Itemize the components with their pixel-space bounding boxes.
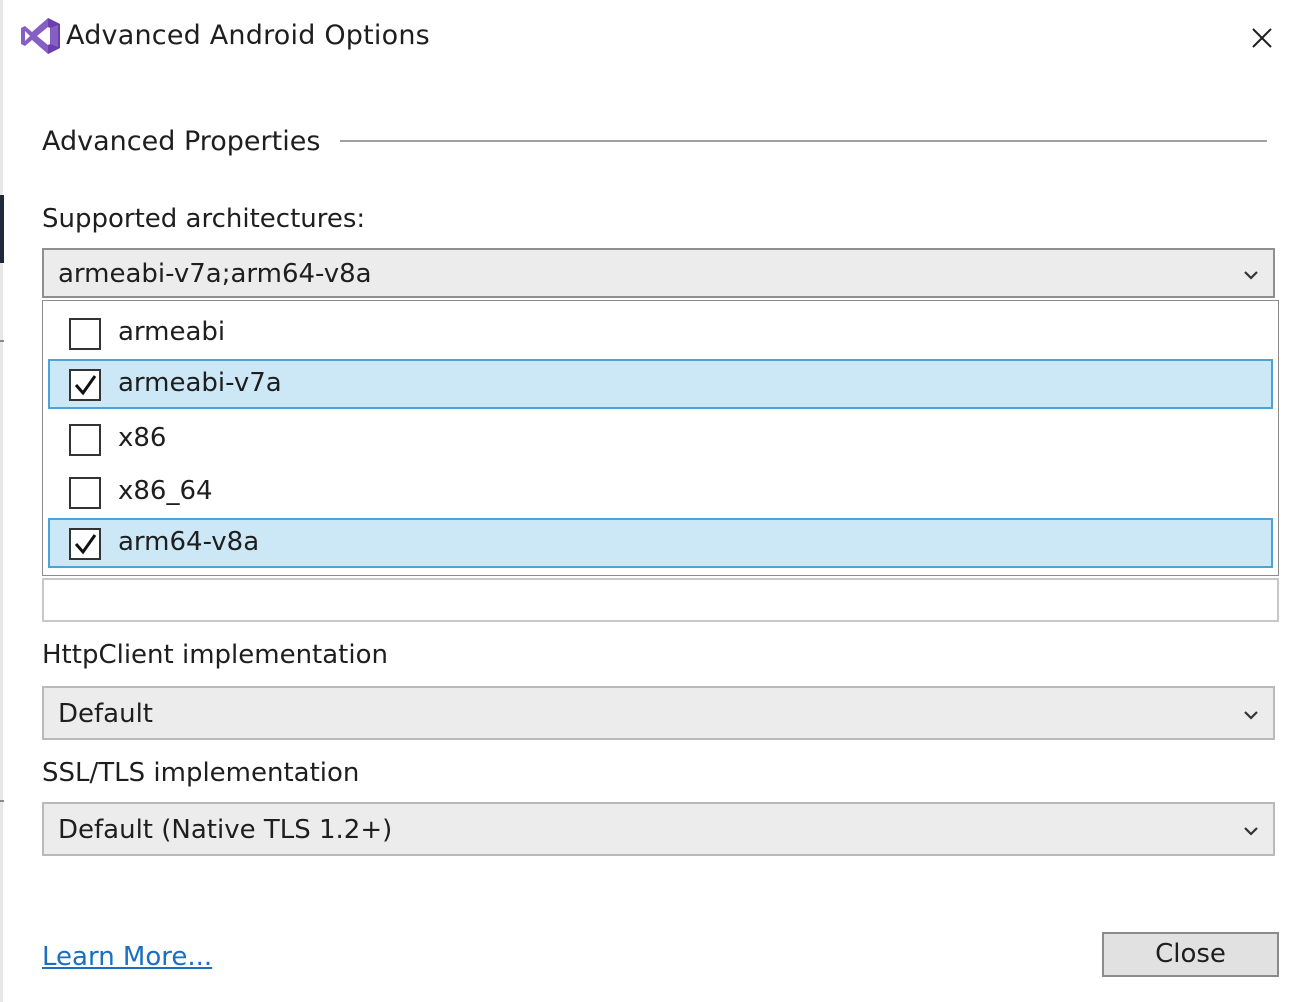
ssl-tls-label: SSL/TLS implementation <box>42 758 360 788</box>
option-x86-64[interactable]: x86_64 <box>48 467 1273 517</box>
title-bar: Advanced Android Options <box>0 0 1300 72</box>
background-window-fragment <box>0 340 4 342</box>
background-window-fragment <box>0 800 4 802</box>
option-label: armeabi-v7a <box>118 368 282 398</box>
visual-studio-logo-icon <box>18 16 62 56</box>
close-icon[interactable] <box>1246 22 1278 54</box>
checkbox[interactable] <box>69 424 101 456</box>
close-button[interactable]: Close <box>1102 932 1279 977</box>
window-title: Advanced Android Options <box>66 20 430 51</box>
chevron-down-icon <box>1243 266 1259 280</box>
chevron-down-icon <box>1243 822 1259 836</box>
section-divider <box>340 140 1267 142</box>
checkbox[interactable] <box>69 477 101 509</box>
chevron-down-icon <box>1243 706 1259 720</box>
checkbox[interactable] <box>69 318 101 350</box>
text-field[interactable] <box>42 578 1279 622</box>
checkbox[interactable] <box>69 369 101 401</box>
httpclient-label: HttpClient implementation <box>42 640 388 670</box>
section-heading: Advanced Properties <box>42 126 321 157</box>
option-label: armeabi <box>118 317 226 347</box>
option-armeabi[interactable]: armeabi <box>48 308 1273 358</box>
ssl-tls-value: Default (Native TLS 1.2+) <box>58 815 393 845</box>
option-label: x86 <box>118 423 167 453</box>
option-armeabi-v7a[interactable]: armeabi-v7a <box>48 359 1273 409</box>
background-window-fragment <box>0 195 4 263</box>
option-label: arm64-v8a <box>118 527 260 557</box>
option-x86[interactable]: x86 <box>48 414 1273 464</box>
option-label: x86_64 <box>118 476 213 506</box>
architectures-label: Supported architectures: <box>42 204 366 234</box>
option-arm64-v8a[interactable]: arm64-v8a <box>48 518 1273 568</box>
checkbox[interactable] <box>69 528 101 560</box>
learn-more-link[interactable]: Learn More... <box>42 942 212 972</box>
ssl-tls-dropdown[interactable]: Default (Native TLS 1.2+) <box>42 802 1275 856</box>
httpclient-dropdown[interactable]: Default <box>42 686 1275 740</box>
background-window-edge <box>0 0 3 1002</box>
httpclient-value: Default <box>58 699 153 729</box>
architectures-options-list: armeabi armeabi-v7a x86 x86_64 arm64-v8a <box>42 300 1279 576</box>
architectures-dropdown[interactable]: armeabi-v7a;arm64-v8a <box>42 248 1275 298</box>
checkmark-icon <box>74 375 97 396</box>
checkmark-icon <box>74 534 97 555</box>
architectures-value: armeabi-v7a;arm64-v8a <box>58 259 372 289</box>
